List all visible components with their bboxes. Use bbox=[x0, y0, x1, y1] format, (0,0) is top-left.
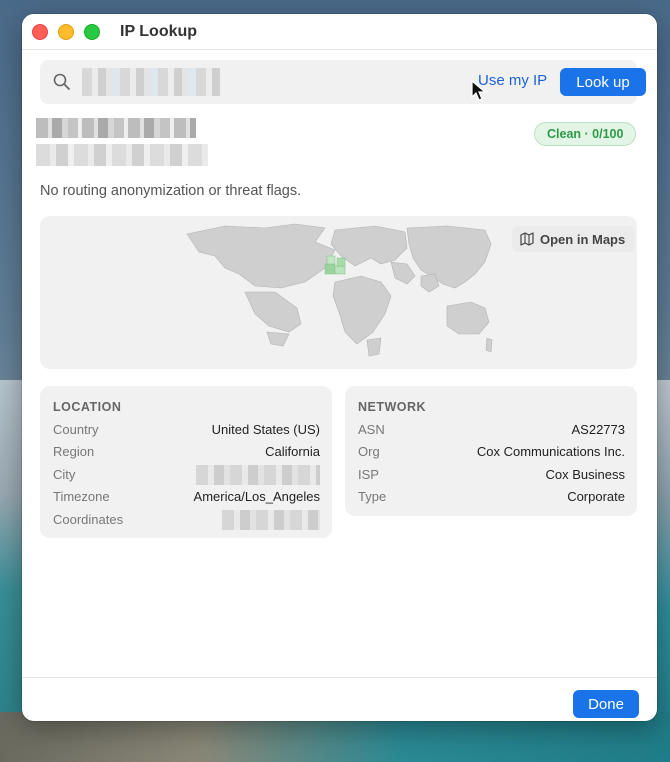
map-icon bbox=[520, 232, 534, 246]
row-label: Org bbox=[358, 444, 380, 459]
open-in-maps-button[interactable]: Open in Maps bbox=[512, 226, 636, 252]
use-my-ip-button[interactable]: Use my IP bbox=[478, 72, 547, 89]
map-card: Open in Maps bbox=[40, 216, 637, 369]
open-in-maps-label: Open in Maps bbox=[540, 231, 626, 247]
network-heading: NETWORK bbox=[358, 400, 427, 414]
cursor-icon bbox=[471, 80, 487, 101]
row-label: Timezone bbox=[53, 489, 110, 504]
network-row-asn: ASN AS22773 bbox=[358, 422, 625, 442]
location-heading: LOCATION bbox=[53, 400, 122, 414]
hostname-redacted bbox=[36, 144, 208, 166]
row-label: Type bbox=[358, 489, 387, 504]
close-window-button[interactable] bbox=[32, 24, 48, 40]
row-value: Corporate bbox=[567, 489, 625, 504]
search-input[interactable] bbox=[82, 68, 220, 96]
ip-address-redacted bbox=[36, 118, 196, 138]
footer-divider bbox=[22, 677, 657, 678]
minimize-window-button[interactable] bbox=[58, 24, 74, 40]
row-value: Cox Communications Inc. bbox=[476, 444, 625, 459]
window-title: IP Lookup bbox=[120, 23, 198, 40]
city-value-redacted bbox=[196, 465, 320, 485]
location-row-region: Region California bbox=[53, 444, 320, 464]
maximize-window-button[interactable] bbox=[84, 24, 100, 40]
row-value: America/Los_Angeles bbox=[193, 489, 320, 504]
row-value: California bbox=[265, 444, 320, 459]
world-map bbox=[186, 223, 493, 357]
network-row-org: Org Cox Communications Inc. bbox=[358, 444, 625, 464]
network-row-type: Type Corporate bbox=[358, 489, 625, 509]
row-label: Country bbox=[53, 422, 99, 437]
location-row-city: City bbox=[53, 465, 320, 487]
look-up-button[interactable]: Look up bbox=[560, 68, 646, 96]
location-row-timezone: Timezone America/Los_Angeles bbox=[53, 489, 320, 509]
location-card: LOCATION Country United States (US) Regi… bbox=[40, 386, 332, 538]
threat-flags-text: No routing anonymization or threat flags… bbox=[40, 183, 302, 199]
row-label: ISP bbox=[358, 467, 379, 482]
status-badge: Clean · 0/100 bbox=[534, 122, 637, 146]
row-label: City bbox=[53, 467, 76, 482]
row-value: Cox Business bbox=[545, 467, 625, 482]
network-row-isp: ISP Cox Business bbox=[358, 467, 625, 487]
row-value: AS22773 bbox=[571, 422, 626, 437]
search-bar: Use my IP Look up bbox=[40, 60, 646, 104]
title-bar: IP Lookup bbox=[22, 14, 657, 50]
row-label: ASN bbox=[358, 422, 385, 437]
done-button[interactable]: Done bbox=[573, 690, 639, 718]
coordinates-value-redacted bbox=[222, 510, 320, 530]
location-row-coordinates: Coordinates bbox=[53, 510, 320, 532]
network-card: NETWORK ASN AS22773 Org Cox Communicatio… bbox=[345, 386, 637, 516]
row-value: United States (US) bbox=[211, 422, 320, 437]
row-label: Region bbox=[53, 444, 95, 459]
search-icon bbox=[53, 73, 70, 90]
location-row-country: Country United States (US) bbox=[53, 422, 320, 442]
ip-lookup-window: IP Lookup Use my IP Look up Clean · 0/10… bbox=[22, 14, 657, 721]
row-label: Coordinates bbox=[53, 512, 124, 527]
